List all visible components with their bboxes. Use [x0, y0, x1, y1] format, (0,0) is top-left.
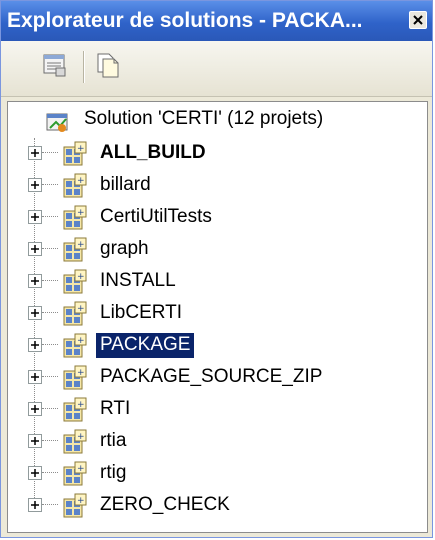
svg-text:+: +	[77, 400, 85, 410]
tree-item-project[interactable]: + ALL_BUILD	[8, 138, 427, 170]
project-label: CertiUtilTests	[100, 206, 212, 227]
solution-explorer-window: Explorateur de solutions - PACKA... Solu…	[0, 0, 433, 538]
solution-label: Solution 'CERTI' (12 projets)	[84, 108, 324, 129]
show-all-files-icon	[94, 52, 120, 83]
window-title: Explorateur de solutions - PACKA...	[7, 9, 363, 32]
tree-item-project[interactable]: + rtia	[8, 426, 427, 458]
expand-icon[interactable]	[28, 402, 42, 416]
project-icon: +	[62, 493, 88, 519]
project-label: ZERO_CHECK	[100, 494, 230, 515]
project-label: graph	[100, 238, 149, 259]
solution-node[interactable]: Solution 'CERTI' (12 projets)	[8, 104, 427, 136]
project-label: INSTALL	[100, 270, 176, 291]
expand-icon[interactable]	[28, 434, 42, 448]
svg-text:+: +	[77, 432, 85, 442]
tree-connector	[42, 472, 58, 473]
project-icon: +	[62, 397, 88, 423]
svg-text:+: +	[77, 368, 85, 378]
expand-icon[interactable]	[28, 242, 42, 256]
tree-item-project[interactable]: + INSTALL	[8, 266, 427, 298]
svg-text:+: +	[77, 240, 85, 250]
project-icon: +	[62, 237, 88, 263]
tree-item-project[interactable]: + rtig	[8, 458, 427, 490]
svg-text:+: +	[77, 496, 85, 506]
project-icon: +	[62, 269, 88, 295]
close-button[interactable]	[409, 11, 427, 29]
toolbar-separator	[83, 51, 84, 83]
tree-item-project[interactable]: + RTI	[8, 394, 427, 426]
tree-connector	[42, 440, 58, 441]
expand-icon[interactable]	[28, 498, 42, 512]
tree-connector	[42, 504, 58, 505]
project-label: rtig	[100, 462, 127, 483]
tree-connector	[42, 376, 58, 377]
expand-icon[interactable]	[28, 146, 42, 160]
tree-item-project[interactable]: + CertiUtilTests	[8, 202, 427, 234]
expand-icon[interactable]	[28, 210, 42, 224]
tree-connector	[42, 152, 58, 153]
svg-text:+: +	[77, 304, 85, 314]
close-icon	[413, 15, 423, 25]
project-icon: +	[62, 365, 88, 391]
tree-connector	[42, 216, 58, 217]
toolbar	[1, 41, 432, 97]
project-label: PACKAGE	[96, 333, 195, 358]
tree-item-project[interactable]: + PACKAGE_SOURCE_ZIP	[8, 362, 427, 394]
solution-icon	[46, 111, 70, 133]
tree-connector	[42, 408, 58, 409]
tree-item-project[interactable]: + ZERO_CHECK	[8, 490, 427, 522]
expand-icon[interactable]	[28, 274, 42, 288]
expand-icon[interactable]	[28, 466, 42, 480]
project-label: billard	[100, 174, 151, 195]
tree-item-project[interactable]: + billard	[8, 170, 427, 202]
svg-text:+: +	[77, 144, 85, 154]
svg-text:+: +	[77, 464, 85, 474]
svg-text:+: +	[77, 176, 85, 186]
project-icon: +	[62, 461, 88, 487]
project-icon: +	[62, 173, 88, 199]
project-label: LibCERTI	[100, 302, 183, 323]
expand-icon[interactable]	[28, 370, 42, 384]
tree-connector	[42, 280, 58, 281]
title-bar[interactable]: Explorateur de solutions - PACKA...	[1, 1, 432, 41]
properties-icon	[42, 52, 68, 83]
expand-icon[interactable]	[28, 306, 42, 320]
svg-text:+: +	[77, 272, 85, 282]
expand-icon[interactable]	[28, 338, 42, 352]
properties-button[interactable]	[41, 53, 69, 81]
tree-item-project[interactable]: + PACKAGE	[8, 330, 427, 362]
project-icon: +	[62, 205, 88, 231]
expand-icon[interactable]	[28, 178, 42, 192]
show-all-files-button[interactable]	[93, 53, 121, 81]
project-icon: +	[62, 333, 88, 359]
tree-item-project[interactable]: + LibCERTI	[8, 298, 427, 330]
project-label: PACKAGE_SOURCE_ZIP	[100, 366, 323, 387]
tree-connector	[42, 248, 58, 249]
solution-tree[interactable]: Solution 'CERTI' (12 projets) + ALL_BUILD…	[7, 101, 428, 533]
tree-connector	[42, 344, 58, 345]
project-label: RTI	[100, 398, 131, 419]
svg-text:+: +	[77, 336, 85, 346]
project-label: ALL_BUILD	[100, 142, 206, 163]
project-icon: +	[62, 141, 88, 167]
tree-connector	[42, 184, 58, 185]
tree-item-project[interactable]: + graph	[8, 234, 427, 266]
project-icon: +	[62, 429, 88, 455]
project-icon: +	[62, 301, 88, 327]
project-label: rtia	[100, 430, 127, 451]
tree-connector	[42, 312, 58, 313]
svg-text:+: +	[77, 208, 85, 218]
